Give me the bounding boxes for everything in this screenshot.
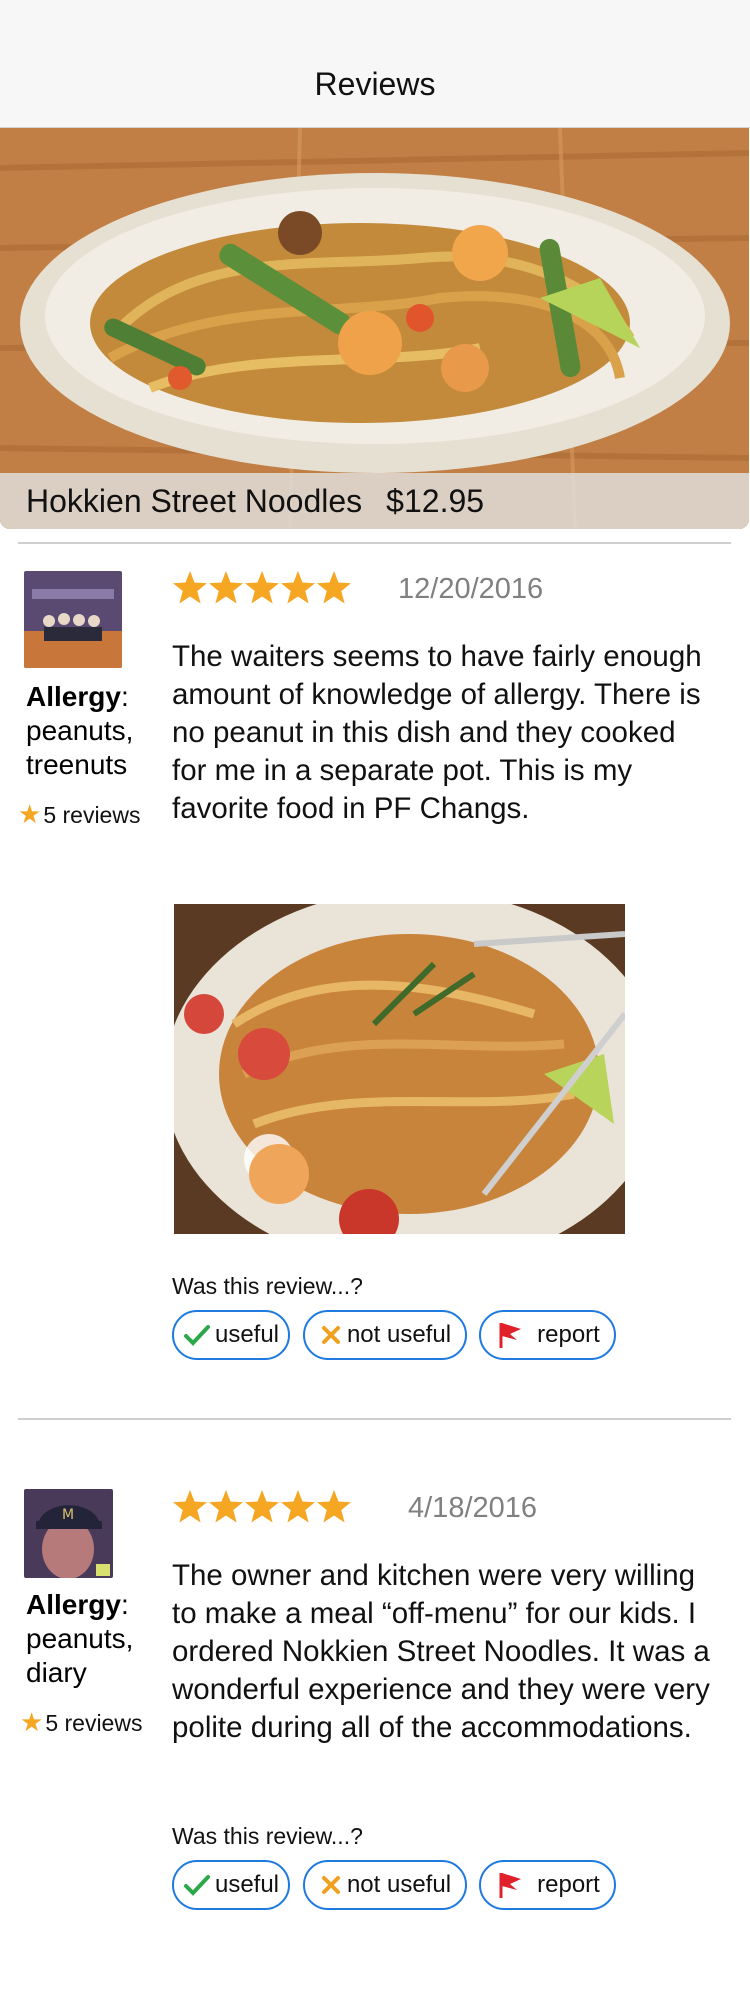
page-title: Reviews bbox=[314, 66, 436, 102]
divider bbox=[18, 1418, 731, 1420]
review-date: 12/20/2016 bbox=[398, 573, 544, 605]
check-icon bbox=[183, 1873, 211, 1897]
allergy-label: Allergy bbox=[26, 681, 121, 712]
star-icon bbox=[209, 571, 243, 604]
review-photo[interactable] bbox=[174, 904, 625, 1234]
rating-stars bbox=[172, 1489, 352, 1530]
star-icon bbox=[173, 571, 207, 604]
flag-icon bbox=[495, 1870, 525, 1900]
rating-stars bbox=[172, 570, 352, 611]
allergy-label: Allergy bbox=[26, 1589, 121, 1620]
allergy-items: peanuts, treenuts bbox=[26, 715, 134, 780]
star-icon: ★ bbox=[20, 1707, 44, 1737]
review-text: The owner and kitchen were very willing … bbox=[172, 1559, 710, 1744]
allergy-info: Allergy: peanuts, treenuts bbox=[26, 681, 134, 780]
report-button[interactable]: report bbox=[479, 1310, 616, 1360]
useful-button[interactable]: useful bbox=[172, 1860, 290, 1910]
report-button[interactable]: report bbox=[479, 1860, 616, 1910]
dish-name: Hokkien Street Noodles bbox=[26, 483, 363, 519]
noodle-dish-illustration bbox=[0, 128, 749, 529]
dish-hero-image: Hokkien Street Noodles $12.95 bbox=[0, 128, 749, 529]
x-icon bbox=[319, 1873, 343, 1897]
x-icon bbox=[319, 1323, 343, 1347]
allergy-info: Allergy: peanuts, diary bbox=[26, 1589, 134, 1688]
star-icon bbox=[173, 1490, 207, 1523]
review-text: The waiters seems to have fairly enough … bbox=[172, 640, 702, 825]
star-icon bbox=[281, 571, 315, 604]
star-icon bbox=[317, 571, 351, 604]
reviewer-avatar bbox=[24, 571, 122, 668]
flag-icon bbox=[495, 1320, 525, 1350]
not-useful-button[interactable]: not useful bbox=[303, 1860, 467, 1910]
star-icon bbox=[317, 1490, 351, 1523]
dish-caption: Hokkien Street Noodles $12.95 bbox=[0, 473, 749, 529]
star-icon: ★ bbox=[18, 799, 42, 829]
reviewer-avatar: M bbox=[24, 1489, 113, 1578]
star-icon bbox=[281, 1490, 315, 1523]
check-icon bbox=[183, 1323, 211, 1347]
review-date: 4/18/2016 bbox=[408, 1492, 538, 1524]
review-feedback-question: Was this review...? bbox=[172, 1823, 363, 1849]
not-useful-button[interactable]: not useful bbox=[303, 1310, 467, 1360]
star-icon bbox=[209, 1490, 243, 1523]
review-feedback-question: Was this review...? bbox=[172, 1273, 363, 1299]
reviewer-review-count[interactable]: ★5 reviews bbox=[20, 1707, 142, 1738]
dish-price: $12.95 bbox=[386, 483, 485, 519]
reviewer-review-count[interactable]: ★5 reviews bbox=[18, 799, 140, 830]
star-icon bbox=[245, 571, 279, 604]
allergy-items: peanuts, diary bbox=[26, 1623, 134, 1688]
svg-text:M: M bbox=[62, 1507, 74, 1523]
star-icon bbox=[245, 1490, 279, 1523]
useful-button[interactable]: useful bbox=[172, 1310, 290, 1360]
nav-bar: Reviews bbox=[0, 0, 750, 128]
divider bbox=[18, 542, 731, 544]
